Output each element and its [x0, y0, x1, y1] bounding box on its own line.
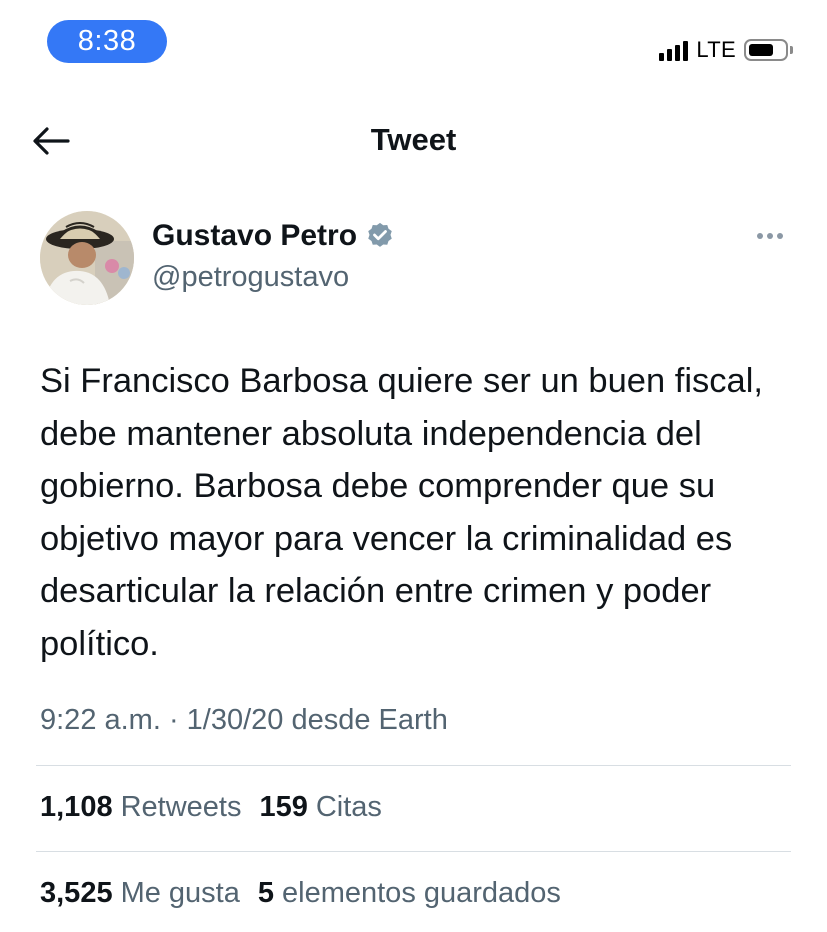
retweets-stat[interactable]: 1,108 Retweets: [40, 787, 241, 827]
stats-row-likes: 3,525 Me gusta 5 elementos guardados: [40, 873, 579, 913]
likes-label: Me gusta: [120, 877, 240, 909]
network-type: LTE: [696, 37, 736, 62]
tweet-timestamp[interactable]: 9:22 a.m. · 1/30/20 desde Earth: [40, 700, 448, 740]
profile-photo: [40, 211, 134, 305]
cellular-signal-icon: [659, 39, 689, 61]
status-indicators: LTE: [659, 35, 793, 65]
divider: [36, 851, 791, 852]
likes-stat[interactable]: 3,525 Me gusta: [40, 873, 240, 913]
tweet-text: Si Francisco Barbosa quiere ser un buen …: [40, 362, 763, 663]
bookmarks-count: 5: [257, 877, 275, 909]
quotes-label: Citas: [315, 791, 382, 823]
page-title: Tweet: [370, 122, 457, 157]
author-name-row[interactable]: Gustavo Petro: [152, 217, 395, 255]
verified-badge-icon: [368, 222, 392, 247]
status-time: 8:38: [47, 20, 167, 63]
avatar[interactable]: [40, 211, 134, 305]
retweets-count: 1,108: [40, 791, 113, 823]
stats-row-retweets: 1,108 Retweets 159 Citas: [40, 787, 400, 827]
more-options-button[interactable]: [753, 226, 787, 246]
bookmarks-label: elementos guardados: [282, 877, 561, 909]
quotes-stat[interactable]: 159 Citas: [259, 787, 381, 827]
retweets-label: Retweets: [120, 791, 242, 823]
battery-icon: [744, 39, 793, 61]
bookmarks-stat[interactable]: 5 elementos guardados: [258, 873, 561, 913]
author-handle[interactable]: @petrogustavo: [152, 258, 349, 296]
likes-count: 3,525: [40, 877, 113, 909]
author-name[interactable]: Gustavo Petro: [152, 217, 357, 255]
divider: [36, 765, 791, 766]
quotes-count: 159: [259, 791, 308, 823]
more-horizontal-icon: [757, 233, 763, 239]
